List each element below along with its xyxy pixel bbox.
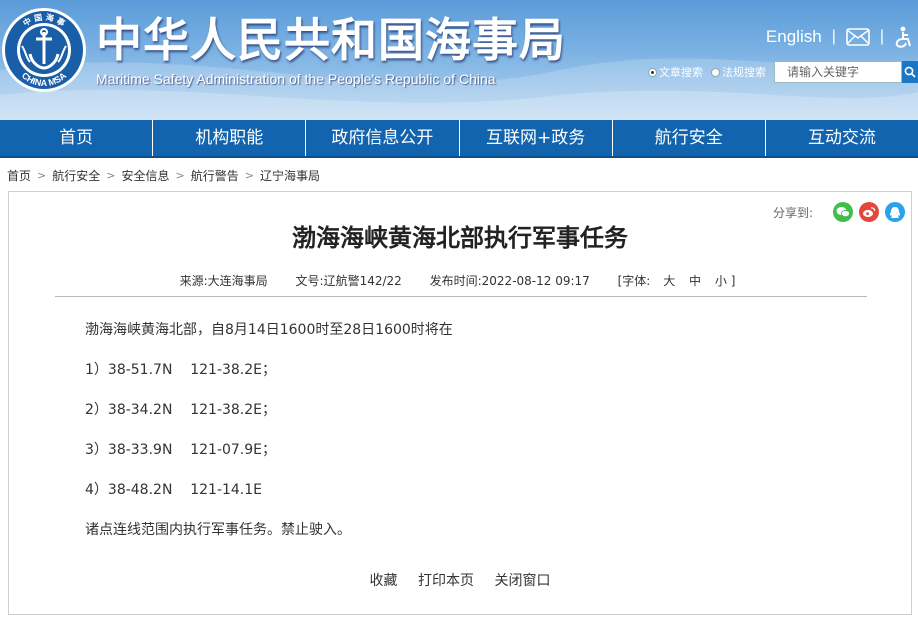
- font-size-small[interactable]: 小 ]: [715, 274, 736, 288]
- weibo-glyph: [863, 207, 876, 218]
- meta-doc-value: 辽航警142/22: [323, 274, 402, 288]
- site-title-cn: 中华人民共和国海事局: [96, 13, 566, 67]
- article-paragraph: 4）38-48.2N 121-14.1E: [85, 482, 263, 498]
- article-body: 渤海海峡黄海北部，自8月14日1600时至28日1600时将在 1）38-51.…: [85, 320, 845, 560]
- meta-doc-label: 文号:: [295, 274, 324, 288]
- nav-item-home[interactable]: 首页: [0, 120, 154, 156]
- breadcrumb-item-liaoning-msa[interactable]: 辽宁海事局: [260, 167, 320, 184]
- article-paragraph: 2）38-34.2N 121-38.2E；: [85, 402, 277, 418]
- china-msa-logo-icon[interactable]: 中 国 海 事 CHINA MSA: [0, 6, 88, 94]
- qq-glyph: [889, 206, 901, 218]
- article-paragraph: 1）38-51.7N 121-38.2E；: [85, 362, 277, 378]
- separator: |: [879, 28, 884, 45]
- search-option-article[interactable]: 文章搜索: [648, 64, 703, 80]
- nav-item-gov-info[interactable]: 政府信息公开: [306, 120, 460, 156]
- site-header: 中 国 海 事 CHINA MSA 中华人民共和国海事局 Maritime Sa…: [0, 0, 918, 120]
- meta-doc: 文号:辽航警142/22: [296, 274, 402, 288]
- search-area: 文章搜索 法规搜索 请输入关键字: [648, 60, 918, 84]
- breadcrumb-item-home[interactable]: 首页: [7, 167, 31, 184]
- separator: |: [831, 28, 836, 45]
- article-paragraph: 渤海海峡黄海北部，自8月14日1600时至28日1600时将在: [85, 322, 453, 338]
- nav-item-interaction[interactable]: 互动交流: [766, 120, 918, 156]
- search-option-law[interactable]: 法规搜索: [711, 64, 766, 80]
- font-size-controls: [字体: 大 中 小 ]: [618, 274, 741, 288]
- site-title-en: Maritime Safety Administration of the Pe…: [96, 71, 496, 87]
- font-size-large[interactable]: 大: [663, 274, 675, 288]
- article-title: 渤海海峡黄海北部执行军事任务: [292, 224, 628, 252]
- search-option-law-label: 法规搜索: [722, 66, 766, 79]
- meta-time-label: 发布时间:: [429, 274, 482, 288]
- article-container: 分享到: 渤海海峡黄海北部执行军事任务 来源:大连海事局 文号:辽航警142/2…: [8, 191, 912, 615]
- article-paragraph: 诸点连线范围内执行军事任务。禁止驶入。: [85, 522, 351, 538]
- favorite-link[interactable]: 收藏: [370, 573, 398, 589]
- title-divider: [55, 296, 867, 297]
- search-input[interactable]: 请输入关键字: [774, 61, 902, 83]
- breadcrumb-arrow: >: [175, 168, 185, 182]
- accessibility-icon[interactable]: [894, 26, 912, 48]
- breadcrumb-item-safety-info[interactable]: 安全信息: [121, 167, 169, 184]
- radio-dot: [648, 67, 657, 77]
- font-size-medium[interactable]: 中: [689, 274, 701, 288]
- search-option-article-label: 文章搜索: [659, 66, 703, 79]
- main-nav: 首页 机构职能 政府信息公开 互联网+政务 航行安全 互动交流: [0, 120, 918, 158]
- article-paragraph: 3）38-33.9N 121-07.9E；: [85, 442, 277, 458]
- breadcrumb-arrow: >: [106, 168, 116, 182]
- meta-time: 发布时间:2022-08-12 09:17: [430, 274, 590, 288]
- nav-item-navigation-safety[interactable]: 航行安全: [613, 120, 766, 156]
- english-link[interactable]: English: [766, 27, 822, 47]
- meta-source: 来源:大连海事局: [180, 274, 268, 288]
- search-icon: [904, 66, 916, 78]
- close-window-link[interactable]: 关闭窗口: [494, 573, 550, 589]
- breadcrumb: 首页 > 航行安全 > 安全信息 > 航行警告 > 辽宁海事局: [7, 166, 320, 184]
- meta-time-value: 2022-08-12 09:17: [481, 274, 590, 288]
- print-link[interactable]: 打印本页: [418, 573, 474, 589]
- breadcrumb-item-navigation-safety[interactable]: 航行安全: [52, 167, 100, 184]
- breadcrumb-arrow: >: [37, 168, 47, 182]
- breadcrumb-item-navigation-warning[interactable]: 航行警告: [191, 167, 239, 184]
- search-button[interactable]: [902, 61, 918, 83]
- meta-source-label: 来源:: [179, 274, 208, 288]
- article-actions: 收藏 打印本页 关闭窗口: [9, 570, 911, 590]
- breadcrumb-arrow: >: [244, 168, 254, 182]
- font-size-label: [字体:: [617, 274, 651, 288]
- article-meta: 来源:大连海事局 文号:辽航警142/22 发布时间:2022-08-12 09…: [9, 272, 911, 289]
- radio-dot: [711, 67, 720, 77]
- mail-icon[interactable]: [846, 28, 870, 46]
- meta-source-value: 大连海事局: [207, 274, 268, 288]
- wechat-glyph: [836, 207, 850, 218]
- nav-item-functions[interactable]: 机构职能: [153, 120, 307, 156]
- nav-item-internet-gov[interactable]: 互联网+政务: [460, 120, 613, 156]
- top-links: English | |: [766, 24, 912, 50]
